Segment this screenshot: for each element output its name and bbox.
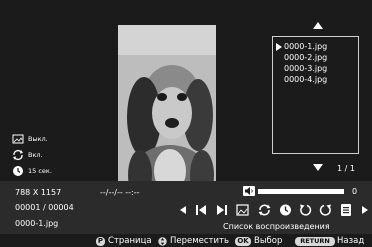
playlist-item[interactable]: 0000-3.jpg bbox=[284, 64, 327, 73]
next-arrow-icon[interactable] bbox=[360, 203, 370, 217]
return-key-badge: RETURN bbox=[295, 237, 335, 246]
clock-icon bbox=[13, 166, 23, 176]
volume-slider[interactable] bbox=[258, 189, 344, 194]
page-hint-label: Страница bbox=[108, 236, 152, 246]
volume-icon bbox=[243, 186, 255, 196]
playlist-control-icon[interactable] bbox=[340, 203, 352, 217]
page-key-badge: P bbox=[96, 237, 105, 246]
back-hint-label: Назад bbox=[337, 236, 365, 246]
slideshow-effect-value: Выкл. bbox=[28, 135, 48, 143]
slideshow-effect-icon[interactable] bbox=[236, 203, 249, 217]
select-hint-label: Выбор bbox=[254, 236, 283, 246]
page-counter: 1 / 1 bbox=[337, 164, 355, 173]
file-index-text: 00001 / 00004 bbox=[15, 203, 74, 212]
repeat-icon bbox=[13, 150, 23, 160]
filename-text: 0000-1.jpg bbox=[15, 219, 59, 228]
playlist-label: Список воспроизведения bbox=[223, 222, 330, 231]
resolution-text: 788 X 1157 bbox=[15, 188, 62, 197]
playlist-item[interactable]: 0000-1.jpg bbox=[284, 42, 327, 51]
repeat-value: Вкл. bbox=[28, 151, 43, 159]
skip-next-icon[interactable] bbox=[216, 203, 228, 217]
picture-icon bbox=[12, 134, 24, 144]
playlist-item[interactable]: 0000-4.jpg bbox=[284, 75, 327, 84]
selection-cursor-icon bbox=[276, 43, 282, 51]
playlist-panel: 0000-1.jpg 0000-2.jpg 0000-3.jpg 0000-4.… bbox=[272, 36, 359, 154]
scroll-up-icon[interactable] bbox=[313, 22, 323, 29]
move-hint-label: Переместить bbox=[170, 236, 229, 246]
volume-value: 0 bbox=[352, 187, 358, 196]
repeat-control-icon[interactable] bbox=[258, 203, 271, 217]
scroll-down-icon[interactable] bbox=[313, 164, 323, 171]
date-text: --/--/-- --:-- bbox=[100, 188, 140, 197]
interval-clock-icon[interactable] bbox=[279, 203, 292, 217]
rotate-left-icon[interactable] bbox=[299, 203, 312, 217]
interval-value: 15 сек. bbox=[28, 167, 52, 175]
rotate-right-icon[interactable] bbox=[319, 203, 332, 217]
move-key-icon bbox=[158, 237, 167, 246]
skip-previous-icon[interactable] bbox=[195, 203, 207, 217]
ok-key-badge: OK bbox=[235, 237, 251, 246]
previous-arrow-icon[interactable] bbox=[178, 203, 188, 217]
photo-viewer-screen: 0000-1.jpg 0000-2.jpg 0000-3.jpg 0000-4.… bbox=[0, 0, 372, 247]
playlist-item[interactable]: 0000-2.jpg bbox=[284, 53, 327, 62]
